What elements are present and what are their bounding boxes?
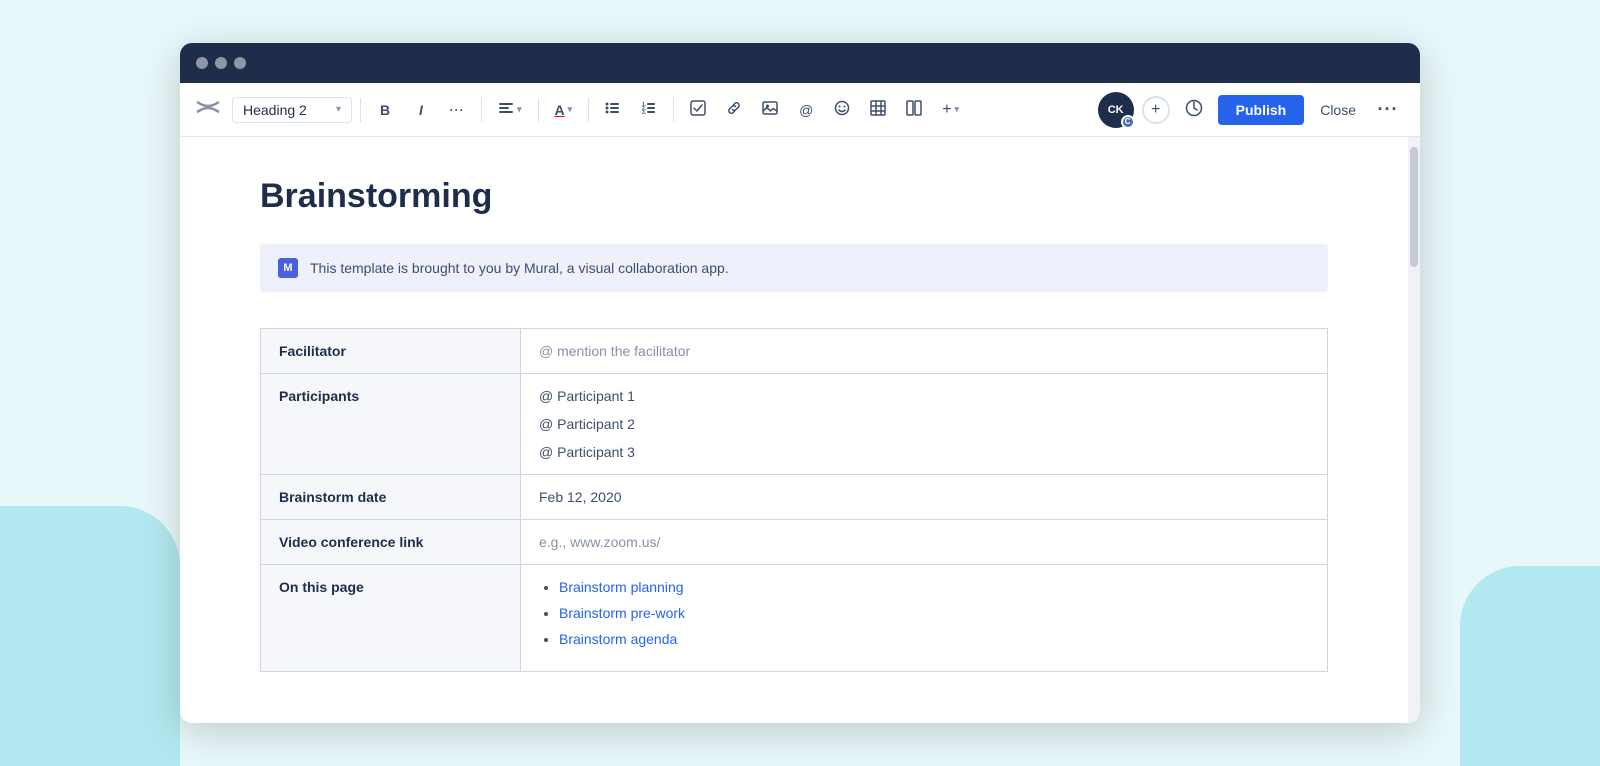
- emoji-icon: [834, 100, 850, 119]
- brainstorm-planning-link[interactable]: Brainstorm planning: [559, 579, 684, 595]
- layout-icon: [906, 100, 922, 119]
- video-conference-label: Video conference link: [261, 520, 521, 565]
- image-icon: [762, 100, 778, 119]
- bullet-list-icon: [605, 100, 621, 119]
- template-notice-text: This template is brought to you by Mural…: [310, 260, 729, 276]
- bg-shape-right: [1460, 566, 1600, 766]
- bullet-list-button[interactable]: [597, 94, 629, 126]
- svg-text:3.: 3.: [642, 110, 647, 116]
- scrollbar-track[interactable]: [1408, 137, 1420, 723]
- font-color-label: A: [555, 102, 565, 118]
- brainstorm-date-value[interactable]: Feb 12, 2020: [521, 475, 1328, 520]
- toolbar-divider-4: [588, 98, 589, 122]
- video-conference-value[interactable]: e.g., www.zoom.us/: [521, 520, 1328, 565]
- traffic-light-close[interactable]: [196, 57, 208, 69]
- brainstorm-date-label: Brainstorm date: [261, 475, 521, 520]
- more-options-button[interactable]: ···: [1372, 94, 1404, 126]
- toolbar-divider-5: [673, 98, 674, 122]
- mention-icon: @: [799, 102, 813, 118]
- numbered-list-button[interactable]: 1. 2. 3.: [633, 94, 665, 126]
- bold-button[interactable]: B: [369, 94, 401, 126]
- app-window: Heading 2 ▾ B I ··· ▾ A ▾: [180, 43, 1420, 723]
- toolbar: Heading 2 ▾ B I ··· ▾ A ▾: [180, 83, 1420, 137]
- traffic-lights: [196, 57, 246, 69]
- task-icon: [690, 100, 706, 119]
- confluence-logo[interactable]: [196, 95, 220, 124]
- table-icon: [870, 100, 886, 119]
- font-color-button[interactable]: A ▾: [547, 94, 581, 126]
- table-row: Brainstorm date Feb 12, 2020: [261, 475, 1328, 520]
- link-button[interactable]: [718, 94, 750, 126]
- document-title: Brainstorming: [260, 177, 1328, 216]
- traffic-light-maximize[interactable]: [234, 57, 246, 69]
- avatar-badge: C: [1121, 115, 1135, 129]
- italic-button[interactable]: I: [405, 94, 437, 126]
- toolbar-divider-1: [360, 98, 361, 122]
- toolbar-right: CK C + Publish Clos: [1098, 92, 1404, 128]
- toolbar-divider-3: [538, 98, 539, 122]
- participants-value[interactable]: @ Participant 1 @ Participant 2 @ Partic…: [521, 374, 1328, 475]
- add-icon: +: [1151, 101, 1160, 119]
- versions-button[interactable]: [1178, 94, 1210, 126]
- avatar[interactable]: CK C: [1098, 92, 1134, 128]
- font-color-chevron-icon: ▾: [568, 104, 573, 115]
- layout-button[interactable]: [898, 94, 930, 126]
- editor-area[interactable]: Brainstorming M This template is brought…: [180, 137, 1408, 723]
- heading-chevron-icon: ▾: [336, 104, 341, 115]
- close-button[interactable]: Close: [1312, 98, 1364, 122]
- mention-button[interactable]: @: [790, 94, 822, 126]
- table-button[interactable]: [862, 94, 894, 126]
- participant-3: @ Participant 3: [539, 444, 1309, 460]
- heading-selector[interactable]: Heading 2 ▾: [232, 97, 352, 123]
- insert-plus-icon: +: [942, 101, 951, 119]
- heading-selector-label: Heading 2: [243, 102, 307, 118]
- numbered-list-icon: 1. 2. 3.: [641, 100, 657, 119]
- toolbar-divider-2: [481, 98, 482, 122]
- brainstorm-pre-work-link[interactable]: Brainstorm pre-work: [559, 605, 685, 621]
- info-table: Facilitator @ mention the facilitator Pa…: [260, 328, 1328, 672]
- more-text-formatting-button[interactable]: ···: [441, 94, 473, 126]
- table-row: Participants @ Participant 1 @ Participa…: [261, 374, 1328, 475]
- mural-icon: M: [278, 258, 298, 278]
- on-this-page-value: Brainstorm planning Brainstorm pre-work …: [521, 565, 1328, 672]
- participant-2: @ Participant 2: [539, 416, 1309, 432]
- add-collaborator-button[interactable]: +: [1142, 96, 1170, 124]
- table-row: On this page Brainstorm planning Brainst…: [261, 565, 1328, 672]
- brainstorm-agenda-link[interactable]: Brainstorm agenda: [559, 631, 677, 647]
- insert-button[interactable]: + ▾: [934, 94, 967, 126]
- link-icon: [726, 100, 742, 119]
- publish-button[interactable]: Publish: [1218, 95, 1305, 125]
- list-item: Brainstorm pre-work: [559, 605, 1309, 621]
- content-area: Brainstorming M This template is brought…: [180, 137, 1420, 723]
- align-icon: [498, 100, 514, 119]
- table-row: Facilitator @ mention the facilitator: [261, 329, 1328, 374]
- avatar-initials: CK: [1108, 104, 1124, 116]
- table-row: Video conference link e.g., www.zoom.us/: [261, 520, 1328, 565]
- versions-icon: [1185, 99, 1203, 120]
- emoji-button[interactable]: [826, 94, 858, 126]
- image-button[interactable]: [754, 94, 786, 126]
- participants-label: Participants: [261, 374, 521, 475]
- list-item: Brainstorm agenda: [559, 631, 1309, 647]
- insert-chevron-icon: ▾: [955, 104, 960, 115]
- bg-shape-left: [0, 506, 180, 766]
- task-button[interactable]: [682, 94, 714, 126]
- align-button[interactable]: ▾: [490, 94, 530, 126]
- participant-1: @ Participant 1: [539, 388, 1309, 404]
- list-item: Brainstorm planning: [559, 579, 1309, 595]
- template-notice: M This template is brought to you by Mur…: [260, 244, 1328, 292]
- scrollbar-thumb[interactable]: [1410, 147, 1418, 267]
- on-this-page-label: On this page: [261, 565, 521, 672]
- traffic-light-minimize[interactable]: [215, 57, 227, 69]
- facilitator-value[interactable]: @ mention the facilitator: [521, 329, 1328, 374]
- align-chevron-icon: ▾: [517, 104, 522, 115]
- facilitator-label: Facilitator: [261, 329, 521, 374]
- title-bar: [180, 43, 1420, 83]
